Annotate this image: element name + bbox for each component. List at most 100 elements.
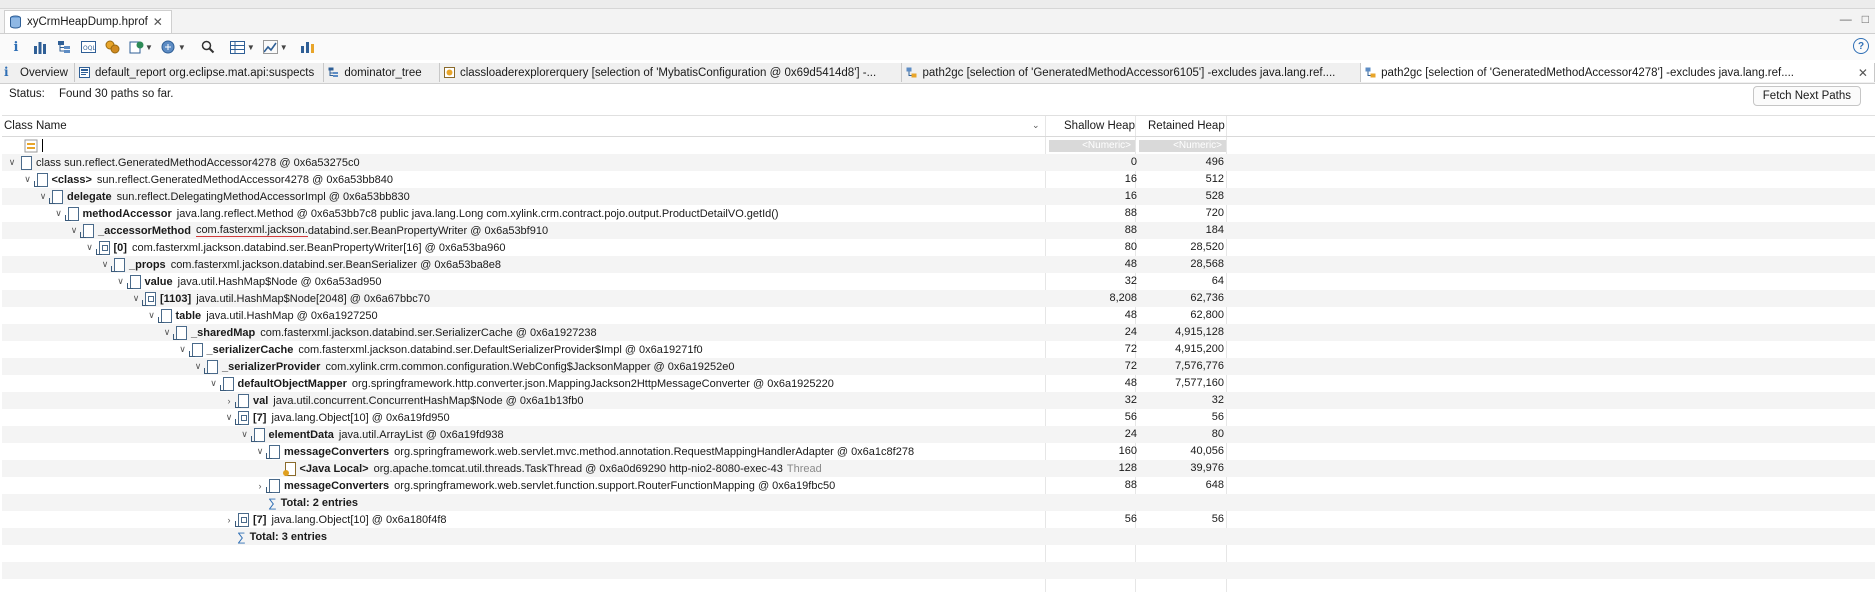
table-row[interactable]: ∨ defaultObjectMapper org.springframework.… — [2, 375, 1875, 392]
chevron-down-icon[interactable]: ∨ — [223, 412, 235, 423]
table-row[interactable]: ∨ [1103] java.util.HashMap$Node[2048] @ 0x… — [2, 290, 1875, 307]
tab-path2gc-6105[interactable]: path2gc [selection of 'GeneratedMethodAc… — [902, 63, 1362, 82]
tab-dominator-tree[interactable]: dominator_tree — [324, 63, 440, 82]
chevron-down-icon[interactable]: ∨ — [146, 310, 158, 321]
regex-filter-icon[interactable] — [24, 139, 40, 153]
chevron-down-icon[interactable]: ∨ — [177, 344, 189, 355]
table-row[interactable]: ∨ methodAccessor java.lang.reflect.Method … — [2, 205, 1875, 222]
chevron-down-icon[interactable]: ∨ — [6, 157, 18, 168]
tree-cell: ∨ _serializerCache com.fasterxml.jackson.d… — [177, 341, 703, 358]
table-row[interactable]: ∨ _props com.fasterxml.jackson.databind.se… — [2, 256, 1875, 273]
object-description: java.util.HashMap$Node[2048] @ 0x6a67bbc… — [196, 292, 430, 305]
shallow-heap-value: 16 — [1124, 173, 1137, 185]
tree-cell: ∨ value java.util.HashMap$Node @ 0x6a53ad9… — [115, 273, 381, 290]
table-row[interactable]: ∨ _sharedMap com.fasterxml.jackson.databin… — [2, 324, 1875, 341]
chevron-down-icon[interactable]: ∨ — [115, 276, 127, 287]
table-row[interactable]: ∨ class sun.reflect.GeneratedMethodAccess… — [2, 154, 1875, 171]
column-header-retained-heap[interactable]: Retained Heap — [1148, 120, 1225, 132]
chevron-down-icon[interactable]: ∨ — [22, 174, 34, 185]
chevron-down-icon[interactable]: ∨ — [254, 446, 266, 457]
table-layout-icon[interactable] — [230, 39, 246, 55]
reports-dropdown-icon[interactable]: ▼ — [145, 43, 153, 52]
chevron-down-icon[interactable]: ∨ — [208, 378, 220, 389]
chevron-down-icon[interactable]: ∨ — [37, 191, 49, 202]
retained-heap-filter[interactable]: <Numeric> — [1139, 140, 1226, 152]
shallow-heap-filter[interactable]: <Numeric> — [1049, 140, 1135, 152]
table-row[interactable]: ∨ _accessorMethod com.fasterxml.jackson. da… — [2, 222, 1875, 239]
shallow-heap-value: 16 — [1124, 190, 1137, 202]
table-row[interactable]: › messageConverters org.springframework.we… — [2, 477, 1875, 494]
table-row[interactable]: ∑ Total: 3 entries — [2, 528, 1875, 545]
thread-overview-icon[interactable] — [104, 39, 120, 55]
tree-cell: ∨ delegate sun.reflect.DelegatingMethodAcc… — [37, 188, 410, 205]
tab-path2gc-4278[interactable]: path2gc [selection of 'GeneratedMethodAc… — [1361, 63, 1875, 82]
retained-heap-value: 40,056 — [1190, 445, 1224, 457]
chevron-down-icon[interactable]: ∨ — [192, 361, 204, 372]
tab-overview[interactable]: i Overview — [0, 63, 75, 82]
editor-tab-heapdump[interactable]: xyCrmHeapDump.hprof ✕ — [4, 10, 172, 33]
tree-cell: › val java.util.concurrent.ConcurrentHashM… — [223, 392, 583, 409]
column-header-shallow-heap[interactable]: Shallow Heap — [1064, 120, 1135, 132]
chevron-right-icon[interactable]: › — [254, 481, 266, 491]
field-name: val — [253, 394, 269, 407]
table-row[interactable]: ∨ elementData java.util.ArrayList @ 0x6a19… — [2, 426, 1875, 443]
table-row[interactable]: ∨ delegate sun.reflect.DelegatingMethodAcc… — [2, 188, 1875, 205]
oql-icon[interactable]: OQL — [80, 39, 96, 55]
chevron-down-icon[interactable]: ∨ — [84, 242, 96, 253]
reports-icon[interactable] — [128, 39, 144, 55]
chevron-down-icon[interactable]: ∨ — [53, 208, 65, 219]
compare-icon[interactable] — [263, 39, 279, 55]
window-title-strip — [0, 0, 1875, 9]
table-row[interactable]: ∑ Total: 2 entries — [2, 494, 1875, 511]
minimize-icon[interactable]: — — [1840, 12, 1852, 26]
path2gc-icon — [1365, 67, 1376, 78]
close-icon[interactable]: ✕ — [153, 16, 163, 28]
dominator-tree-icon[interactable] — [56, 39, 72, 55]
table-row[interactable]: › val java.util.concurrent.ConcurrentHashM… — [2, 392, 1875, 409]
tree-cell: <Java Local> org.apache.tomcat.util.threa… — [270, 460, 822, 477]
table-row[interactable]: ∨ [7] java.lang.Object[10] @ 0x6a19fd950 56… — [2, 409, 1875, 426]
shallow-heap-value: 56 — [1124, 513, 1137, 525]
table-row[interactable]: ∨ table java.util.HashMap @ 0x6a1927250 48 6… — [2, 307, 1875, 324]
table-row[interactable]: › [7] java.lang.Object[10] @ 0x6a180f4f8 56… — [2, 511, 1875, 528]
query-browser-icon[interactable] — [161, 39, 177, 55]
table-row[interactable]: ∨ messageConverters org.springframework.we… — [2, 443, 1875, 460]
info-icon[interactable]: i — [8, 39, 24, 55]
table-row[interactable]: ∨ <class> sun.reflect.GeneratedMethodAcces… — [2, 171, 1875, 188]
maximize-icon[interactable]: □ — [1862, 12, 1869, 26]
table-row[interactable]: ∨ value java.util.HashMap$Node @ 0x6a53ad9… — [2, 273, 1875, 290]
query-browser-dropdown-icon[interactable]: ▼ — [178, 43, 186, 52]
chevron-down-icon[interactable]: ∨ — [130, 293, 142, 304]
chevron-down-icon[interactable]: ∨ — [68, 225, 80, 236]
tree-cell: ∨ defaultObjectMapper org.springframework.… — [208, 375, 834, 392]
table-row[interactable]: ∨ _serializerProvider com.xylink.crm.commo… — [2, 358, 1875, 375]
table-row[interactable]: ∨ [0] com.fasterxml.jackson.databind.ser.B… — [2, 239, 1875, 256]
retained-heap-value: 64 — [1211, 275, 1224, 287]
fetch-next-paths-button[interactable]: Fetch Next Paths — [1752, 86, 1861, 106]
chevron-down-icon[interactable]: ∨ — [99, 259, 111, 270]
object-description: com.fasterxml.jackson.databind.ser.Seria… — [260, 326, 597, 339]
tab-default-report[interactable]: default_report org.eclipse.mat.api:suspe… — [75, 63, 325, 82]
chevron-down-icon[interactable]: ∨ — [239, 429, 251, 440]
histogram-icon[interactable] — [32, 39, 48, 55]
tab-classloaderexplorerquery[interactable]: classloaderexplorerquery [selection of '… — [440, 63, 903, 82]
search-icon[interactable] — [200, 39, 216, 55]
table-row[interactable]: ∨ _serializerCache com.fasterxml.jackson.d… — [2, 341, 1875, 358]
help-icon[interactable]: ? — [1853, 38, 1869, 54]
close-icon[interactable]: ✕ — [1858, 67, 1868, 79]
chevron-right-icon[interactable]: › — [223, 396, 235, 406]
tree-cell: ∨ <class> sun.reflect.GeneratedMethodAcces… — [22, 171, 393, 188]
chevron-down-icon[interactable]: ∨ — [161, 327, 173, 338]
heap-dump-overview-icon[interactable] — [300, 39, 316, 55]
heap-dump-icon — [10, 15, 21, 29]
table-layout-dropdown-icon[interactable]: ▼ — [247, 43, 255, 52]
compare-dropdown-icon[interactable]: ▼ — [280, 43, 288, 52]
object-description: org.apache.tomcat.util.threads.TaskThrea… — [373, 462, 783, 475]
object-description: java.lang.Object[10] @ 0x6a180f4f8 — [271, 513, 447, 526]
retained-heap-value: 528 — [1205, 190, 1224, 202]
chevron-down-icon[interactable]: ⌄ — [1032, 120, 1040, 131]
column-header-class-name[interactable]: Class Name — [4, 120, 67, 132]
chevron-right-icon[interactable]: › — [223, 515, 235, 525]
object-description: java.lang.reflect.Method @ 0x6a53bb7c8 p… — [176, 207, 779, 220]
table-row[interactable]: <Java Local> org.apache.tomcat.util.threa… — [2, 460, 1875, 477]
